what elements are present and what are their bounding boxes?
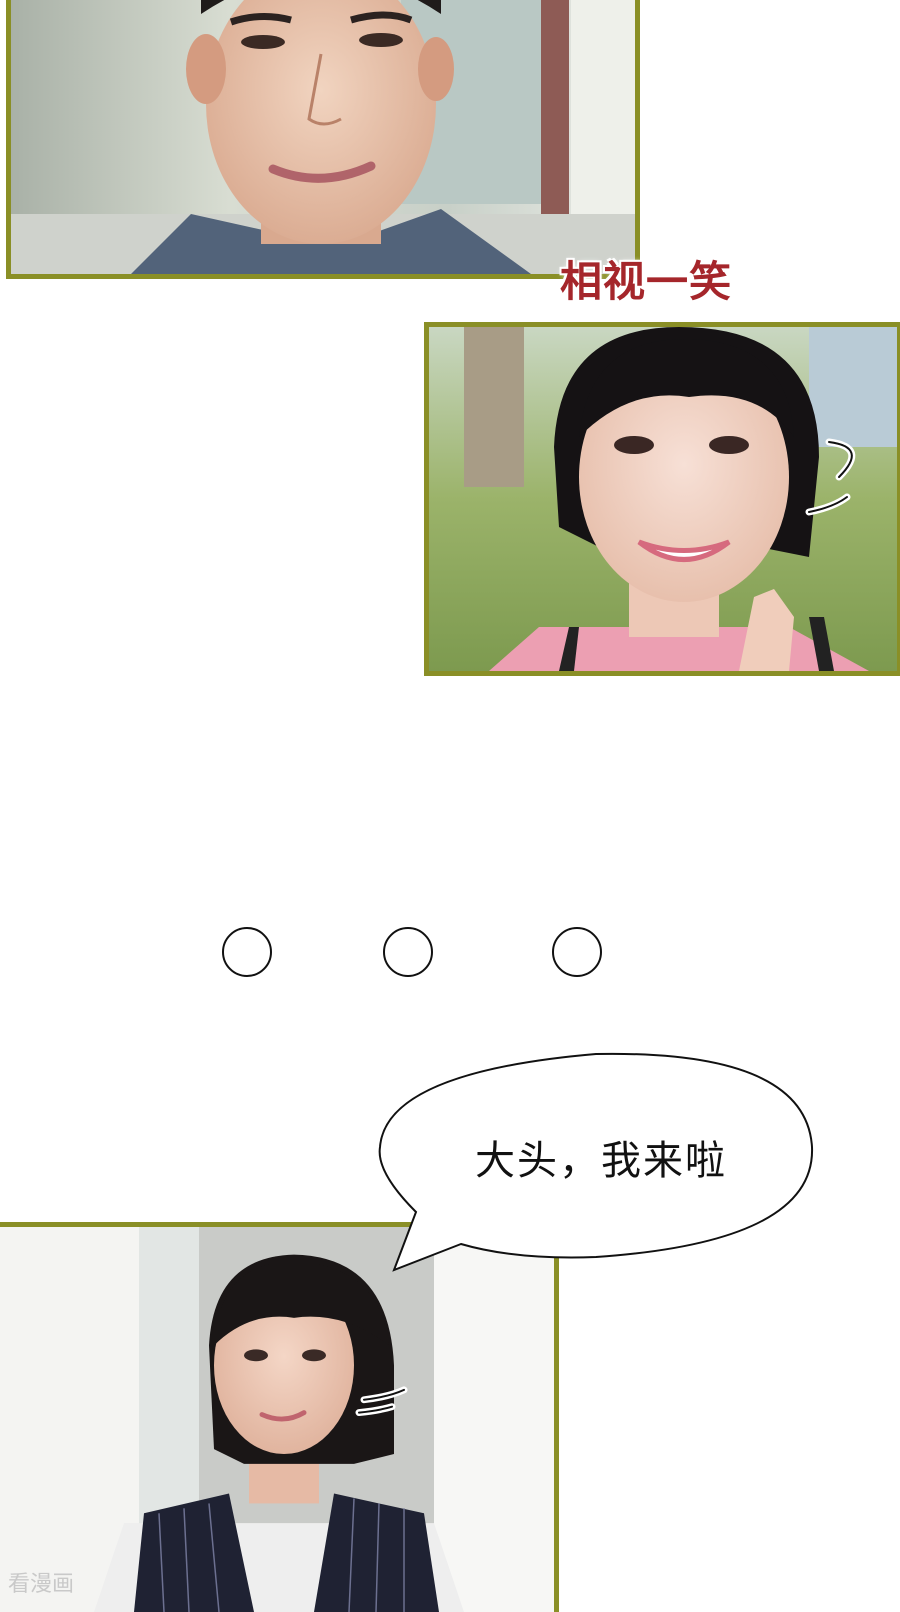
woman-indoors-image bbox=[0, 1227, 554, 1612]
ellipsis-dot bbox=[383, 927, 433, 977]
ellipsis-dot bbox=[552, 927, 602, 977]
speech-bubble-text: 大头，我来啦 bbox=[475, 1138, 727, 1184]
panel-man-closeup bbox=[6, 0, 640, 279]
ellipsis-dot bbox=[222, 927, 272, 977]
caption-exchange-smiles: 相视一笑 bbox=[560, 257, 733, 306]
watermark: 看漫画 bbox=[8, 1572, 75, 1597]
panel-woman-outdoors bbox=[424, 322, 900, 676]
man-portrait-image bbox=[11, 0, 635, 274]
speech-bubble: 大头，我来啦 bbox=[376, 1052, 816, 1282]
ellipsis-dots bbox=[0, 927, 900, 983]
woman-outdoors-image bbox=[429, 327, 897, 671]
